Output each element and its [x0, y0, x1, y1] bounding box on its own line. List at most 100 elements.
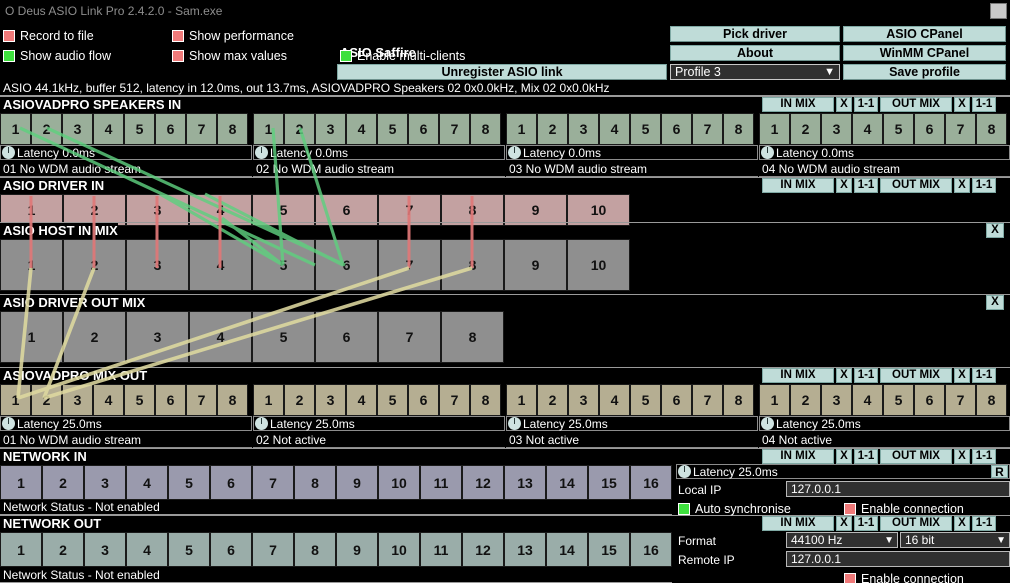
channel-button[interactable]: 1	[253, 113, 284, 145]
in-mix-one-to-one-button[interactable]: 1-1	[854, 516, 878, 531]
checkbox-enable-connection-out[interactable]: Enable connection	[844, 570, 964, 583]
latency-display[interactable]: Latency 25.0ms	[759, 416, 1010, 431]
channel-button[interactable]: 8	[294, 532, 336, 567]
channel-button[interactable]: 8	[217, 384, 248, 416]
channel-button[interactable]: 1	[0, 113, 31, 145]
channel-button[interactable]: 5	[630, 113, 661, 145]
latency-display[interactable]: Latency 0.0ms	[759, 145, 1010, 160]
channel-button[interactable]: 7	[378, 311, 441, 363]
in-mix-one-to-one-button[interactable]: 1-1	[854, 449, 878, 464]
channel-button[interactable]: 11	[420, 465, 462, 500]
channel-button[interactable]: 3	[315, 113, 346, 145]
out-mix-one-to-one-button[interactable]: 1-1	[972, 178, 996, 193]
device-name[interactable]: 02 Not active	[253, 432, 505, 448]
out-mix-button[interactable]: OUT MIX	[880, 368, 952, 383]
out-mix-button[interactable]: OUT MIX	[880, 178, 952, 193]
channel-button[interactable]: 4	[189, 311, 252, 363]
checkbox-enable-multi-clients[interactable]: Enable multi-clients	[340, 47, 465, 65]
channel-button[interactable]: 7	[252, 465, 294, 500]
pick-driver-button[interactable]: Pick driver	[670, 26, 840, 42]
out-mix-clear-button[interactable]: X	[954, 97, 970, 112]
channel-button[interactable]: 7	[439, 113, 470, 145]
close-icon[interactable]	[990, 3, 1007, 19]
channel-button[interactable]: 8	[976, 113, 1007, 145]
channel-button[interactable]: 1	[506, 113, 537, 145]
channel-button[interactable]: 1	[0, 384, 31, 416]
device-name[interactable]: 02 No WDM audio stream	[253, 161, 505, 177]
host-in-mix-clear-button[interactable]: X	[986, 223, 1004, 238]
channel-button[interactable]: 4	[189, 239, 252, 291]
channel-button[interactable]: 10	[378, 532, 420, 567]
latency-display[interactable]: Latency 25.0ms	[506, 416, 758, 431]
channel-button[interactable]: 6	[408, 384, 439, 416]
driver-out-mix-clear-button[interactable]: X	[986, 295, 1004, 310]
channel-button[interactable]: 8	[441, 239, 504, 291]
checkbox-record-to-file[interactable]: Record to file	[3, 27, 94, 45]
channel-button[interactable]: 5	[124, 113, 155, 145]
network-in-latency[interactable]: Latency 25.0ms R	[676, 464, 1010, 479]
channel-button[interactable]: 12	[462, 465, 504, 500]
channel-button[interactable]: 12	[462, 532, 504, 567]
in-mix-button[interactable]: IN MIX	[762, 97, 834, 112]
channel-button[interactable]: 8	[723, 384, 754, 416]
channel-button[interactable]: 3	[62, 113, 93, 145]
channel-button[interactable]: 4	[346, 113, 377, 145]
reset-button[interactable]: R	[991, 465, 1008, 479]
knob-icon[interactable]	[255, 417, 268, 430]
channel-button[interactable]: 16	[630, 465, 672, 500]
channel-button[interactable]: 14	[546, 465, 588, 500]
profile-select[interactable]: Profile 3 ▼	[670, 64, 840, 80]
channel-button[interactable]: 10	[567, 239, 630, 291]
latency-display[interactable]: Latency 25.0ms	[253, 416, 505, 431]
out-mix-clear-button[interactable]: X	[954, 449, 970, 464]
in-mix-one-to-one-button[interactable]: 1-1	[854, 178, 878, 193]
out-mix-button[interactable]: OUT MIX	[880, 449, 952, 464]
channel-button[interactable]: 3	[821, 384, 852, 416]
channel-button[interactable]: 5	[377, 384, 408, 416]
channel-button[interactable]: 1	[0, 311, 63, 363]
channel-button[interactable]: 1	[759, 113, 790, 145]
channel-button[interactable]: 4	[93, 113, 124, 145]
checkbox-box-auto-sync[interactable]	[678, 503, 690, 515]
local-ip-input[interactable]: 127.0.0.1	[786, 481, 1010, 497]
knob-icon[interactable]	[2, 146, 15, 159]
channel-button[interactable]: 15	[588, 532, 630, 567]
checkbox-box-performance[interactable]	[172, 30, 184, 42]
unregister-asio-link-button[interactable]: Unregister ASIO link	[337, 64, 667, 80]
out-mix-one-to-one-button[interactable]: 1-1	[972, 449, 996, 464]
in-mix-button[interactable]: IN MIX	[762, 368, 834, 383]
channel-button[interactable]: 15	[588, 465, 630, 500]
channel-button[interactable]: 2	[284, 384, 315, 416]
channel-button[interactable]: 2	[284, 113, 315, 145]
channel-button[interactable]: 7	[252, 532, 294, 567]
in-mix-one-to-one-button[interactable]: 1-1	[854, 368, 878, 383]
channel-button[interactable]: 8	[470, 113, 501, 145]
channel-button[interactable]: 4	[852, 384, 883, 416]
checkbox-box-enable-conn-out[interactable]	[844, 573, 856, 583]
latency-display[interactable]: Latency 0.0ms	[0, 145, 252, 160]
channel-button[interactable]: 5	[168, 532, 210, 567]
out-mix-one-to-one-button[interactable]: 1-1	[972, 368, 996, 383]
out-mix-clear-button[interactable]: X	[954, 178, 970, 193]
checkbox-box-record[interactable]	[3, 30, 15, 42]
knob-icon[interactable]	[2, 417, 15, 430]
checkbox-box-audio-flow[interactable]	[3, 50, 15, 62]
channel-button[interactable]: 7	[439, 384, 470, 416]
channel-button[interactable]: 3	[821, 113, 852, 145]
channel-button[interactable]: 2	[31, 384, 62, 416]
channel-button[interactable]: 4	[93, 384, 124, 416]
out-mix-one-to-one-button[interactable]: 1-1	[972, 516, 996, 531]
channel-button[interactable]: 3	[568, 113, 599, 145]
latency-display[interactable]: Latency 25.0ms	[0, 416, 252, 431]
channel-button[interactable]: 4	[599, 113, 630, 145]
in-mix-clear-button[interactable]: X	[836, 97, 852, 112]
checkbox-box-multi-clients[interactable]	[340, 50, 352, 62]
channel-button[interactable]: 2	[63, 239, 126, 291]
checkbox-show-max-values[interactable]: Show max values	[172, 47, 287, 65]
knob-icon[interactable]	[508, 146, 521, 159]
channel-button[interactable]: 1	[0, 465, 42, 500]
channel-button[interactable]: 7	[945, 384, 976, 416]
latency-display[interactable]: Latency 0.0ms	[506, 145, 758, 160]
channel-button[interactable]: 6	[661, 113, 692, 145]
device-name[interactable]: 03 No WDM audio stream	[506, 161, 758, 177]
